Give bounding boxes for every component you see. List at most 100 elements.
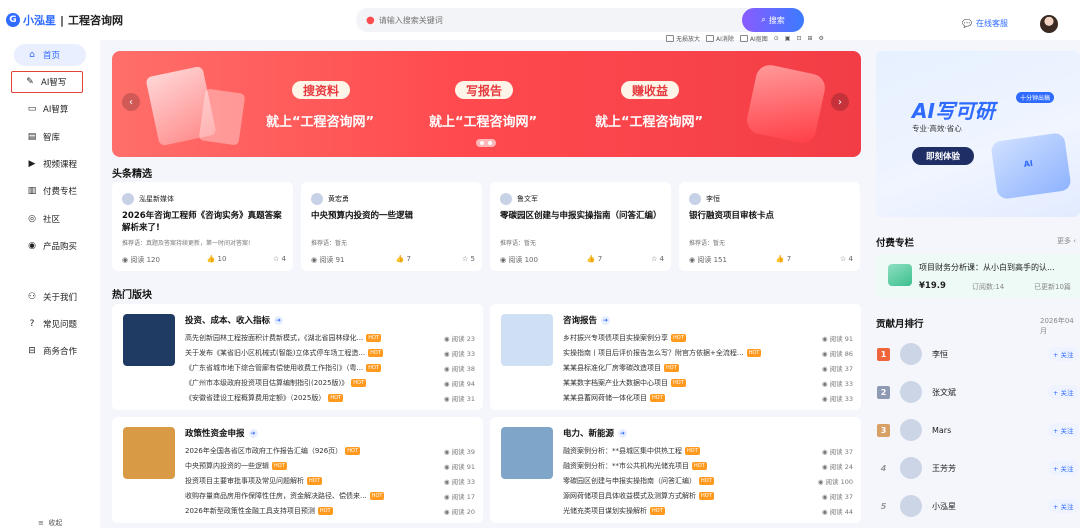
column-price: ¥19.9 <box>919 281 946 291</box>
follow-button[interactable]: + 关注 <box>1048 347 1079 361</box>
headline-card[interactable]: 泓星新媒体 2026年咨询工程师《咨询实务》真题答案解析来了! 推荐语：真题及答… <box>112 182 293 271</box>
board-article-row[interactable]: 零碳园区创建与申报实操指南（问答汇编） HOT ◉ 阅读 100 <box>563 474 853 487</box>
board-article-row[interactable]: 关于发布《某省旧小区机械式(智能)立体式停车场工程造... HOT ◉ 阅读 3… <box>185 346 475 359</box>
ranking-row[interactable]: 2 张文斌 + 关注 <box>876 380 1080 404</box>
ai-write-promo[interactable]: AI写可研 十分钟出稿 专业·高效·省心 即刻体验 AI <box>876 51 1080 217</box>
follow-button[interactable]: + 关注 <box>1048 499 1079 513</box>
hero-banner[interactable]: ‹ › 搜资料 写报告 赚收益 就上“工程咨询网” 就上“工程咨询网” 就上“工… <box>112 51 861 157</box>
sidebar-item-faq[interactable]: ? 常见问题 <box>14 313 86 335</box>
sidebar-item-community[interactable]: ◎ 社区 <box>14 208 86 230</box>
follow-button[interactable]: + 关注 <box>1048 461 1079 475</box>
settings-icon[interactable]: ⚙ <box>819 35 824 42</box>
board-article-row[interactable]: 某某县蓄网荷储一体化项目 HOT ◉ 阅读 33 <box>563 391 853 404</box>
board-article-row[interactable]: 某某数字档案产业大数据中心项目 HOT ◉ 阅读 33 <box>563 376 853 389</box>
board-article-row[interactable]: 中央预算内投资的一些逻辑 HOT ◉ 阅读 91 <box>185 459 475 472</box>
headline-card[interactable]: 鲁文军 零碳园区创建与申报实操指南（问答汇编） 推荐语：暂无 ◉ 阅读 100 … <box>490 182 671 271</box>
collapse-sidebar-button[interactable]: ≡ 收起 <box>38 518 62 528</box>
board-article-row[interactable]: 融资案例分析：**县城区集中供热工程 HOT ◉ 阅读 37 <box>563 444 853 457</box>
upscale-icon <box>666 35 674 42</box>
sidebar-item-purchase[interactable]: ◉ 产品购买 <box>14 235 86 257</box>
avatar[interactable] <box>900 457 922 479</box>
board-thumbnail[interactable] <box>123 314 175 366</box>
board-thumbnail[interactable] <box>501 427 553 479</box>
board-article-row[interactable]: 实操指南丨项目后评价报告怎么写？附官方依据+全流程... HOT ◉ 阅读 86 <box>563 346 853 359</box>
avatar[interactable] <box>900 381 922 403</box>
banner-pagination[interactable] <box>476 139 496 147</box>
board-article-row[interactable]: 融资案例分析：**市公共机构光储充项目 HOT ◉ 阅读 24 <box>563 459 853 472</box>
board-article-row[interactable]: 《广东省城市地下综合管廊有偿使用收费工作指引》（粤... HOT ◉ 阅读 38 <box>185 361 475 374</box>
board-title[interactable]: 政策性资金申报 ➜ <box>185 427 258 439</box>
headline-card[interactable]: 李恒 银行融资项目审核卡点 推荐语：暂无 ◉ 阅读 151 👍 7 ☆ 4 <box>679 182 860 271</box>
image-icon[interactable]: ▣ <box>785 35 791 42</box>
banner-next-arrow-icon[interactable]: › <box>831 93 849 111</box>
sidebar-item-video-course[interactable]: ▶ 视频课程 <box>14 153 86 175</box>
sidebar-item-ai-calc[interactable]: ▭ AI智算 <box>14 98 86 120</box>
avatar[interactable] <box>900 343 922 365</box>
stars-count[interactable]: ☆ 5 <box>462 255 475 265</box>
online-service-button[interactable]: 💬 在线客服 <box>962 18 1008 29</box>
site-logo[interactable]: G 小泓星 | 工程咨询网 <box>6 12 123 28</box>
article-reads: ◉ 阅读 17 <box>443 492 475 501</box>
board-thumbnail[interactable] <box>501 314 553 366</box>
board-article-row[interactable]: 收购存量商品房用作保障性住房，资金解决路径、偿债来... HOT ◉ 阅读 17 <box>185 489 475 502</box>
board-article-row[interactable]: 2026年新型政策性金融工具支持项目预测 HOT ◉ 阅读 20 <box>185 504 475 517</box>
banner-prev-arrow-icon[interactable]: ‹ <box>122 93 140 111</box>
article-reads: ◉ 阅读 44 <box>821 507 853 516</box>
follow-button[interactable]: + 关注 <box>1048 423 1079 437</box>
sidebar-item-paid-column[interactable]: ▥ 付费专栏 <box>14 180 86 202</box>
search-input[interactable] <box>378 15 679 25</box>
user-avatar[interactable] <box>1040 15 1058 33</box>
hot-badge: HOT <box>369 491 385 500</box>
article-reads: ◉ 阅读 91 <box>821 334 853 343</box>
likes-count[interactable]: 👍 7 <box>396 255 411 265</box>
article-title: 源网荷储项目具体收益模式及测算方式解析 <box>563 491 696 500</box>
board-article-row[interactable]: 高先创新园林工程按面积计费新模式，《湖北省园林绿化... HOT ◉ 阅读 23 <box>185 331 475 344</box>
likes-count[interactable]: 👍 7 <box>587 255 602 265</box>
tool-upscale[interactable]: 无损放大 <box>666 34 700 43</box>
views-count: ◉ 阅读 91 <box>311 256 345 264</box>
stars-count[interactable]: ☆ 4 <box>840 255 853 265</box>
follow-button[interactable]: + 关注 <box>1048 385 1079 399</box>
location-icon[interactable]: ⊙ <box>774 35 779 42</box>
ranking-row[interactable]: 3 Mars + 关注 <box>876 418 1080 442</box>
board-article-row[interactable]: 源网荷储项目具体收益模式及测算方式解析 HOT ◉ 阅读 37 <box>563 489 853 502</box>
hot-badge: HOT <box>664 363 679 372</box>
board-article-row[interactable]: 光储充类项目谋划实操解析 HOT ◉ 阅读 44 <box>563 504 853 517</box>
board-article-row[interactable]: 某某县标准化厂房零碳改造项目 HOT ◉ 阅读 37 <box>563 361 853 374</box>
board-title[interactable]: 咨询报告 ➜ <box>563 314 611 326</box>
avatar[interactable] <box>900 419 922 441</box>
board-article-row[interactable]: 2026年全国各省区市政府工作报告汇编（926页） HOT ◉ 阅读 39 <box>185 444 475 457</box>
stars-count[interactable]: ☆ 4 <box>273 255 286 265</box>
sidebar-item-about[interactable]: ⚇ 关于我们 <box>14 286 86 308</box>
ranking-row[interactable]: 5 小泓星 + 关注 <box>876 494 1080 518</box>
ranking-row[interactable]: 1 李恒 + 关注 <box>876 342 1080 366</box>
sidebar-item-ai-write[interactable]: ✎ AI智写 <box>11 71 83 93</box>
crop-icon[interactable]: ⊡ <box>796 35 801 42</box>
avatar[interactable] <box>900 495 922 517</box>
article-title: 某某县蓄网荷储一体化项目 <box>563 393 647 402</box>
ranking-row[interactable]: 4 王芳芳 + 关注 <box>876 456 1080 480</box>
likes-count[interactable]: 👍 10 <box>207 255 227 265</box>
tool-cutout[interactable]: AI抠图 <box>739 34 768 43</box>
sidebar-item-business[interactable]: ⊟ 商务合作 <box>14 340 86 362</box>
board-article-row[interactable]: 《安徽省建设工程概算费用定额》（2025版） HOT ◉ 阅读 31 <box>185 391 475 404</box>
board-title[interactable]: 投资、成本、收入指标 ➜ <box>185 314 284 326</box>
likes-count[interactable]: 👍 7 <box>776 255 791 265</box>
tool-erase[interactable]: AI消除 <box>706 34 734 43</box>
board-article-row[interactable]: 投资项目主要审批事项及常见问题解析 HOT ◉ 阅读 33 <box>185 474 475 487</box>
sidebar-item-think-tank[interactable]: ▤ 智库 <box>14 126 86 148</box>
paid-column-card[interactable]: 项目财务分析课：从小白到高手的认... ¥19.9 订阅数:14 已更新10篇 <box>876 254 1080 298</box>
promo-cta-button[interactable]: 即刻体验 <box>912 147 974 165</box>
sidebar-item-home[interactable]: ⌂ 首页 <box>14 44 86 66</box>
stars-count[interactable]: ☆ 4 <box>651 255 664 265</box>
board-title[interactable]: 电力、新能源 ➜ <box>563 427 628 439</box>
question-icon: ? <box>29 319 35 329</box>
board-thumbnail[interactable] <box>123 427 175 479</box>
views-count: ◉ 阅读 151 <box>689 256 727 264</box>
board-article-row[interactable]: 《广州市本级政府投资项目估算编制指引(2025版)》 HOT ◉ 阅读 94 <box>185 376 475 389</box>
board-article-row[interactable]: 乡村振兴专项债项目实操案例分享 HOT ◉ 阅读 91 <box>563 331 853 344</box>
paid-column-more-link[interactable]: 更多 ‹ <box>1057 236 1076 246</box>
headline-card[interactable]: 黄宏勇 中央预算内投资的一些逻辑 推荐语：暂无 ◉ 阅读 91 👍 7 ☆ 5 <box>301 182 482 271</box>
search-button[interactable]: ⌕ 搜索 <box>742 8 804 32</box>
expand-icon[interactable]: ⊞ <box>808 35 813 42</box>
